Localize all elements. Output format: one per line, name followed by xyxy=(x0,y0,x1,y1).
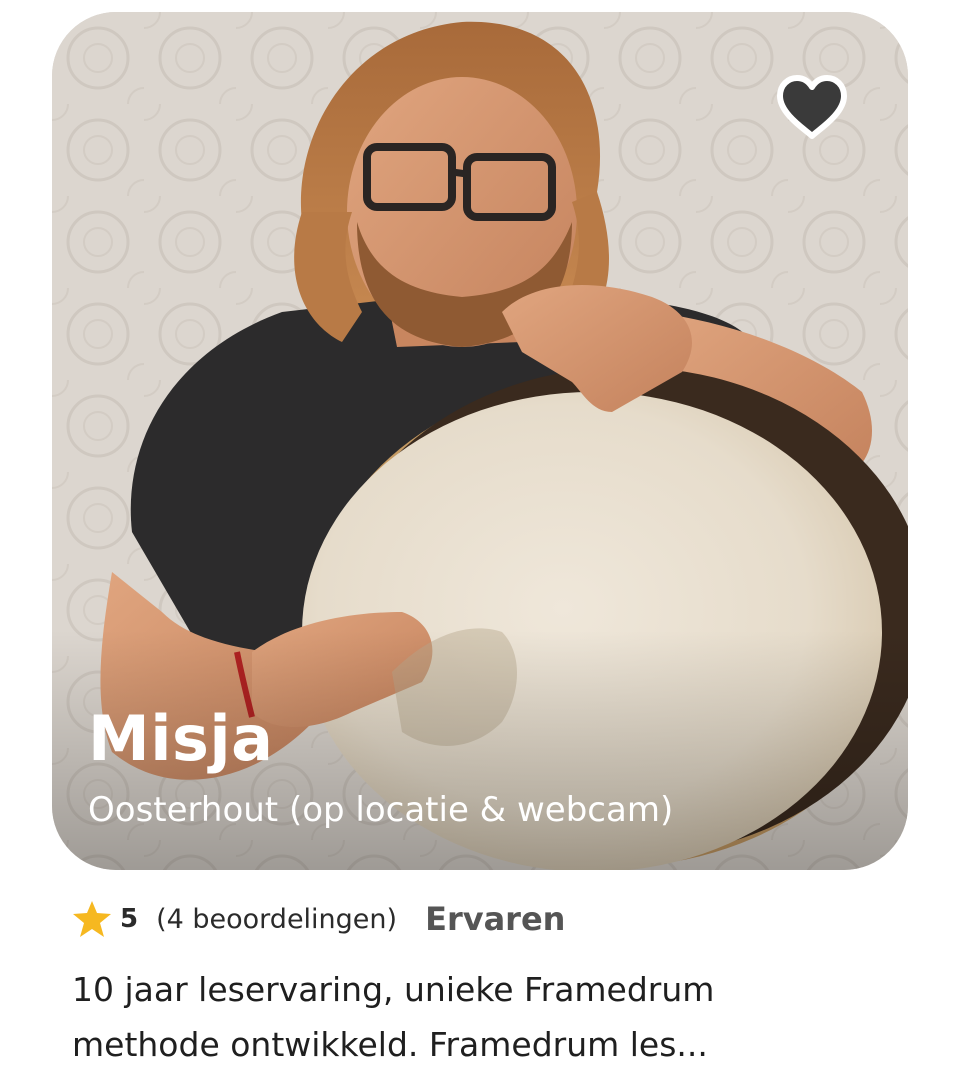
heart-icon[interactable] xyxy=(776,74,848,140)
experience-level: Ervaren xyxy=(425,900,566,938)
rating-score: 5 xyxy=(120,904,139,934)
teacher-location: Oosterhout (op locatie & webcam) xyxy=(88,790,674,830)
teacher-description: 10 jaar leservaring, unieke Framedrum me… xyxy=(72,962,892,1072)
review-count: (4 beoordelingen) xyxy=(156,903,398,935)
teacher-card[interactable]: Misja Oosterhout (op locatie & webcam) 5… xyxy=(0,0,960,1065)
teacher-photo[interactable]: Misja Oosterhout (op locatie & webcam) xyxy=(52,12,908,870)
rating-row: 5 (4 beoordelingen) Ervaren xyxy=(72,895,565,943)
description-line-1: 10 jaar leservaring, unieke Framedrum xyxy=(72,970,715,1009)
description-line-2: methode ontwikkeld. Framedrum les... xyxy=(72,1025,708,1064)
teacher-name: Misja xyxy=(88,702,274,775)
star-icon xyxy=(73,901,111,937)
